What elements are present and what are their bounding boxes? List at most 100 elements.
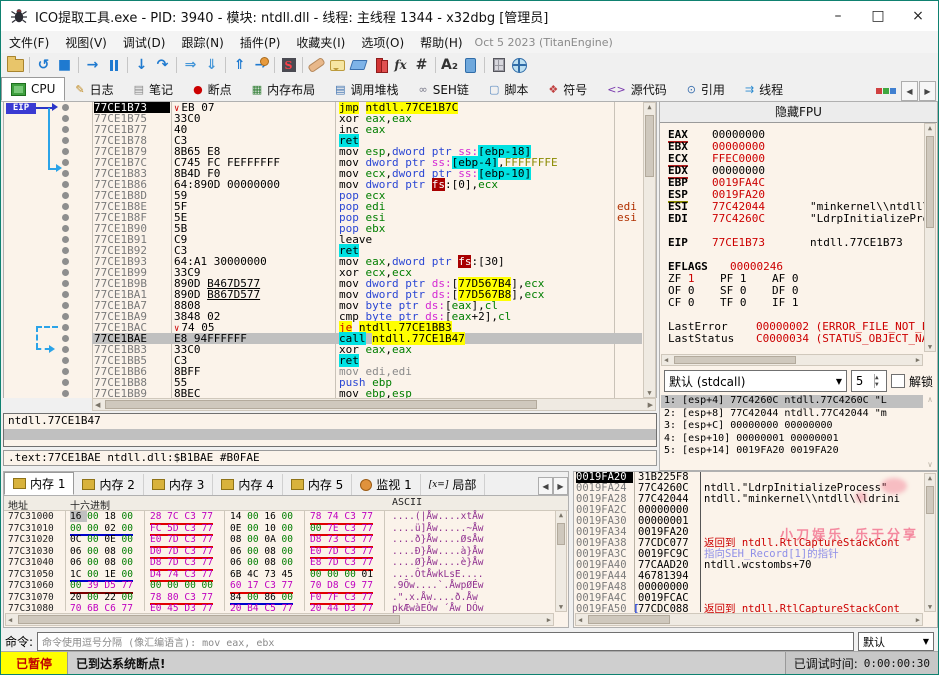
tab-符号[interactable]: ❖ 符号 bbox=[538, 77, 597, 101]
dump-tab-内存5[interactable]: 内存 5 bbox=[283, 474, 353, 495]
arg-row[interactable]: 1: [esp+4] 77C4260C ntdll.77C4260C "L bbox=[661, 395, 923, 408]
ordinals-icon[interactable]: # bbox=[411, 55, 432, 75]
comments-icon[interactable] bbox=[327, 55, 348, 75]
arg-row[interactable]: 4: [esp+10] 00000001 00000001 bbox=[661, 433, 923, 446]
command-mode-select[interactable]: 默认 ▼ bbox=[858, 632, 934, 651]
dump-row[interactable]: 77C31050 1C 00 1E 00 D4 74 C3 77 6B 4C 73 4… bbox=[4, 569, 568, 582]
disassembly-panel[interactable]: 77CE1B73 ∨ EB 07 jmp ntdll.77CE1B7C 77CE1B75… bbox=[3, 101, 657, 398]
register-row[interactable]: EBX 00000000 bbox=[660, 141, 937, 153]
registers-vscrollbar[interactable]: ▲ ▼ bbox=[924, 123, 936, 352]
arg-row[interactable]: 5: [esp+14] 0019FA20 0019FA20 bbox=[661, 445, 923, 458]
dump-tab-局部[interactable]: [x=] 局部 bbox=[421, 474, 486, 495]
arg-count-spinner[interactable]: 5 ▲ ▼ bbox=[850, 370, 887, 392]
bookmarks-icon[interactable] bbox=[369, 55, 390, 75]
stop-icon[interactable]: ■ bbox=[54, 55, 75, 75]
dump-col-address[interactable]: 地址 bbox=[8, 497, 28, 512]
tab-scroll-left-button[interactable]: ◀ bbox=[901, 81, 918, 101]
dump-col-ascii[interactable]: ASCII bbox=[392, 497, 422, 508]
tab-断点[interactable]: ● 断点 bbox=[183, 77, 242, 101]
stack-hscrollbar[interactable]: ◀ ▶ bbox=[575, 613, 923, 626]
register-row[interactable]: OF 0 SF 0 DF 0 bbox=[660, 285, 937, 297]
register-row[interactable]: EFLAGS 00000246 bbox=[660, 261, 937, 273]
dump-row[interactable]: 77C31070 20 00 22 00 78 80 C3 77 84 00 86 0… bbox=[4, 592, 568, 605]
dump-tab-内存3[interactable]: 内存 3 bbox=[144, 474, 214, 495]
dump-tab-scroll-right[interactable]: ▶ bbox=[553, 477, 568, 495]
stack-row[interactable]: 0019FA40 77CAAD20 ntdll.wcstombs+70 bbox=[574, 560, 937, 571]
attach-icon[interactable] bbox=[460, 55, 481, 75]
dump-row[interactable]: 77C31060 00 39 D5 77 00 00 00 00 60 17 C3 7… bbox=[4, 580, 568, 594]
disasm-row[interactable]: 77CE1BB9 8BEC mov ebp,esp bbox=[4, 388, 656, 398]
menu-d[interactable]: 调试(D) bbox=[115, 34, 174, 51]
menu-i[interactable]: 收藏夹(I) bbox=[288, 34, 353, 51]
register-row[interactable]: EIP 77CE1B73 ntdll.77CE1B73 bbox=[660, 237, 937, 249]
arg-row[interactable]: 2: [esp+8] 77C42044 ntdll.77C42044 "m bbox=[661, 408, 923, 421]
strings-icon[interactable]: A₂ bbox=[439, 55, 460, 75]
step-over-icon[interactable]: ↷ bbox=[152, 55, 173, 75]
tab-cpu[interactable]: CPU bbox=[1, 77, 66, 101]
dump-row[interactable]: 77C31010 00 00 02 00 FC 5D C3 77 0E 00 10 0… bbox=[4, 523, 568, 536]
tab-脚本[interactable]: ▢ 脚本 bbox=[479, 77, 538, 101]
unlock-checkbox[interactable] bbox=[890, 374, 905, 388]
dump-col-hex[interactable]: 十六进制 bbox=[70, 497, 110, 512]
menu-f[interactable]: 文件(F) bbox=[1, 34, 57, 51]
register-row[interactable]: EDX 00000000 bbox=[660, 165, 937, 179]
dump-row[interactable]: 77C31020 0C 00 0E 00 E0 7D C3 77 08 00 0A 0… bbox=[4, 534, 568, 548]
restart-icon[interactable]: ↺ bbox=[33, 55, 54, 75]
tab-日志[interactable]: ✎ 日志 bbox=[65, 77, 123, 101]
arg-row[interactable]: 3: [esp+C] 00000000 00000000 bbox=[661, 420, 923, 433]
stack-row[interactable]: 0019FA48 00000000 bbox=[574, 582, 937, 593]
stack-row[interactable]: 0019FA2C 00000000 bbox=[574, 505, 937, 516]
tab-scroll-right-button[interactable]: ▶ bbox=[919, 81, 936, 101]
dump-tab-内存4[interactable]: 内存 4 bbox=[213, 474, 283, 495]
tab-内存布局[interactable]: ▦ 内存布局 bbox=[242, 77, 325, 101]
menu-v[interactable]: 视图(V) bbox=[57, 34, 115, 51]
memory-dump-panel[interactable]: 内存 1 内存 2 内存 3 内存 4 内存 5 监视 1 [x=] 局部 ◀ ▶ 地址 十六… bbox=[3, 471, 569, 628]
patches-icon[interactable] bbox=[306, 55, 327, 75]
execute-till-return-icon[interactable]: ⇒ bbox=[180, 55, 201, 75]
stack-row[interactable]: 0019FA44 46781394 bbox=[574, 571, 937, 582]
minimize-button[interactable]: – bbox=[818, 1, 858, 31]
tab-源代码[interactable]: <> 源代码 bbox=[597, 77, 676, 101]
tab-笔记[interactable]: ▤ 笔记 bbox=[124, 77, 183, 101]
menu-p[interactable]: 插件(P) bbox=[232, 34, 289, 51]
args-vscrollbar[interactable]: ∧ ∨ bbox=[924, 395, 936, 469]
run-icon[interactable]: → bbox=[82, 55, 103, 75]
functions-icon[interactable]: fx bbox=[390, 55, 411, 75]
dump-row[interactable]: 77C31000 16 00 18 00 28 7C C3 77 14 00 16 0… bbox=[4, 511, 568, 525]
run-to-user-code-icon[interactable]: → bbox=[250, 55, 271, 75]
handles-icon[interactable] bbox=[876, 88, 896, 94]
command-input[interactable]: 命令使用逗号分隔 (像汇编语言): mov eax, ebx bbox=[37, 632, 854, 651]
dump-hscrollbar[interactable]: ◀ ▶ bbox=[5, 613, 554, 626]
pause-icon[interactable] bbox=[103, 55, 124, 75]
register-row[interactable]: EBP 0019FA4C bbox=[660, 177, 937, 189]
dump-row[interactable]: 77C31030 06 00 08 00 D0 7D C3 77 06 00 08 0… bbox=[4, 546, 568, 559]
step-into-icon[interactable]: ↓ bbox=[131, 55, 152, 75]
dump-tab-内存1[interactable]: 内存 1 bbox=[4, 472, 75, 495]
register-row[interactable]: CF 0 TF 0 IF 1 bbox=[660, 297, 937, 309]
disasm-hscrollbar[interactable]: ◀ ▶ bbox=[92, 398, 656, 411]
stack-row[interactable]: 0019FA28 77C42044 ntdll."minkernel\\ntdll\… bbox=[574, 494, 937, 505]
register-row[interactable]: ZF 1 PF 1 AF 0 bbox=[660, 273, 937, 285]
registers-panel[interactable]: 隐藏FPU EAX 00000000 EBX 00000000 ECX FFEC0000 E… bbox=[659, 101, 938, 471]
animate-breakpoint-icon[interactable]: S bbox=[278, 55, 299, 75]
stack-panel[interactable]: 0019FA20 31B225F8 0019FA24 77C4260C ntdll."L… bbox=[573, 471, 938, 628]
step-out-icon[interactable]: ⇑ bbox=[229, 55, 250, 75]
tab-线程[interactable]: ⇉ 线程 bbox=[735, 77, 793, 101]
calling-convention-select[interactable]: 默认 (stdcall) ▼ bbox=[664, 370, 847, 392]
open-file-icon[interactable] bbox=[5, 55, 26, 75]
register-row[interactable]: EAX 00000000 bbox=[660, 129, 937, 143]
hide-fpu-button[interactable]: 隐藏FPU bbox=[660, 102, 937, 123]
stack-args-list[interactable]: 1: [esp+4] 77C4260C ntdll.77C4260C "L 2: … bbox=[661, 395, 923, 469]
tab-引用[interactable]: ⊙ 引用 bbox=[677, 77, 735, 101]
register-row[interactable]: ECX FFEC0000 bbox=[660, 153, 937, 167]
labels-icon[interactable] bbox=[348, 55, 369, 75]
dump-vscrollbar[interactable]: ▲ ▼ bbox=[555, 510, 567, 612]
stack-vscrollbar[interactable]: ▲ ▼ bbox=[924, 473, 936, 612]
tab-seh链[interactable]: ∞ SEH链 bbox=[409, 77, 479, 101]
close-button[interactable]: × bbox=[898, 1, 938, 31]
maximize-button[interactable]: □ bbox=[858, 1, 898, 31]
internet-icon[interactable] bbox=[509, 55, 530, 75]
stack-row[interactable]: 0019FA30 00000001 bbox=[574, 516, 937, 527]
calculator-icon[interactable] bbox=[488, 55, 509, 75]
menu-o[interactable]: 选项(O) bbox=[353, 34, 412, 51]
